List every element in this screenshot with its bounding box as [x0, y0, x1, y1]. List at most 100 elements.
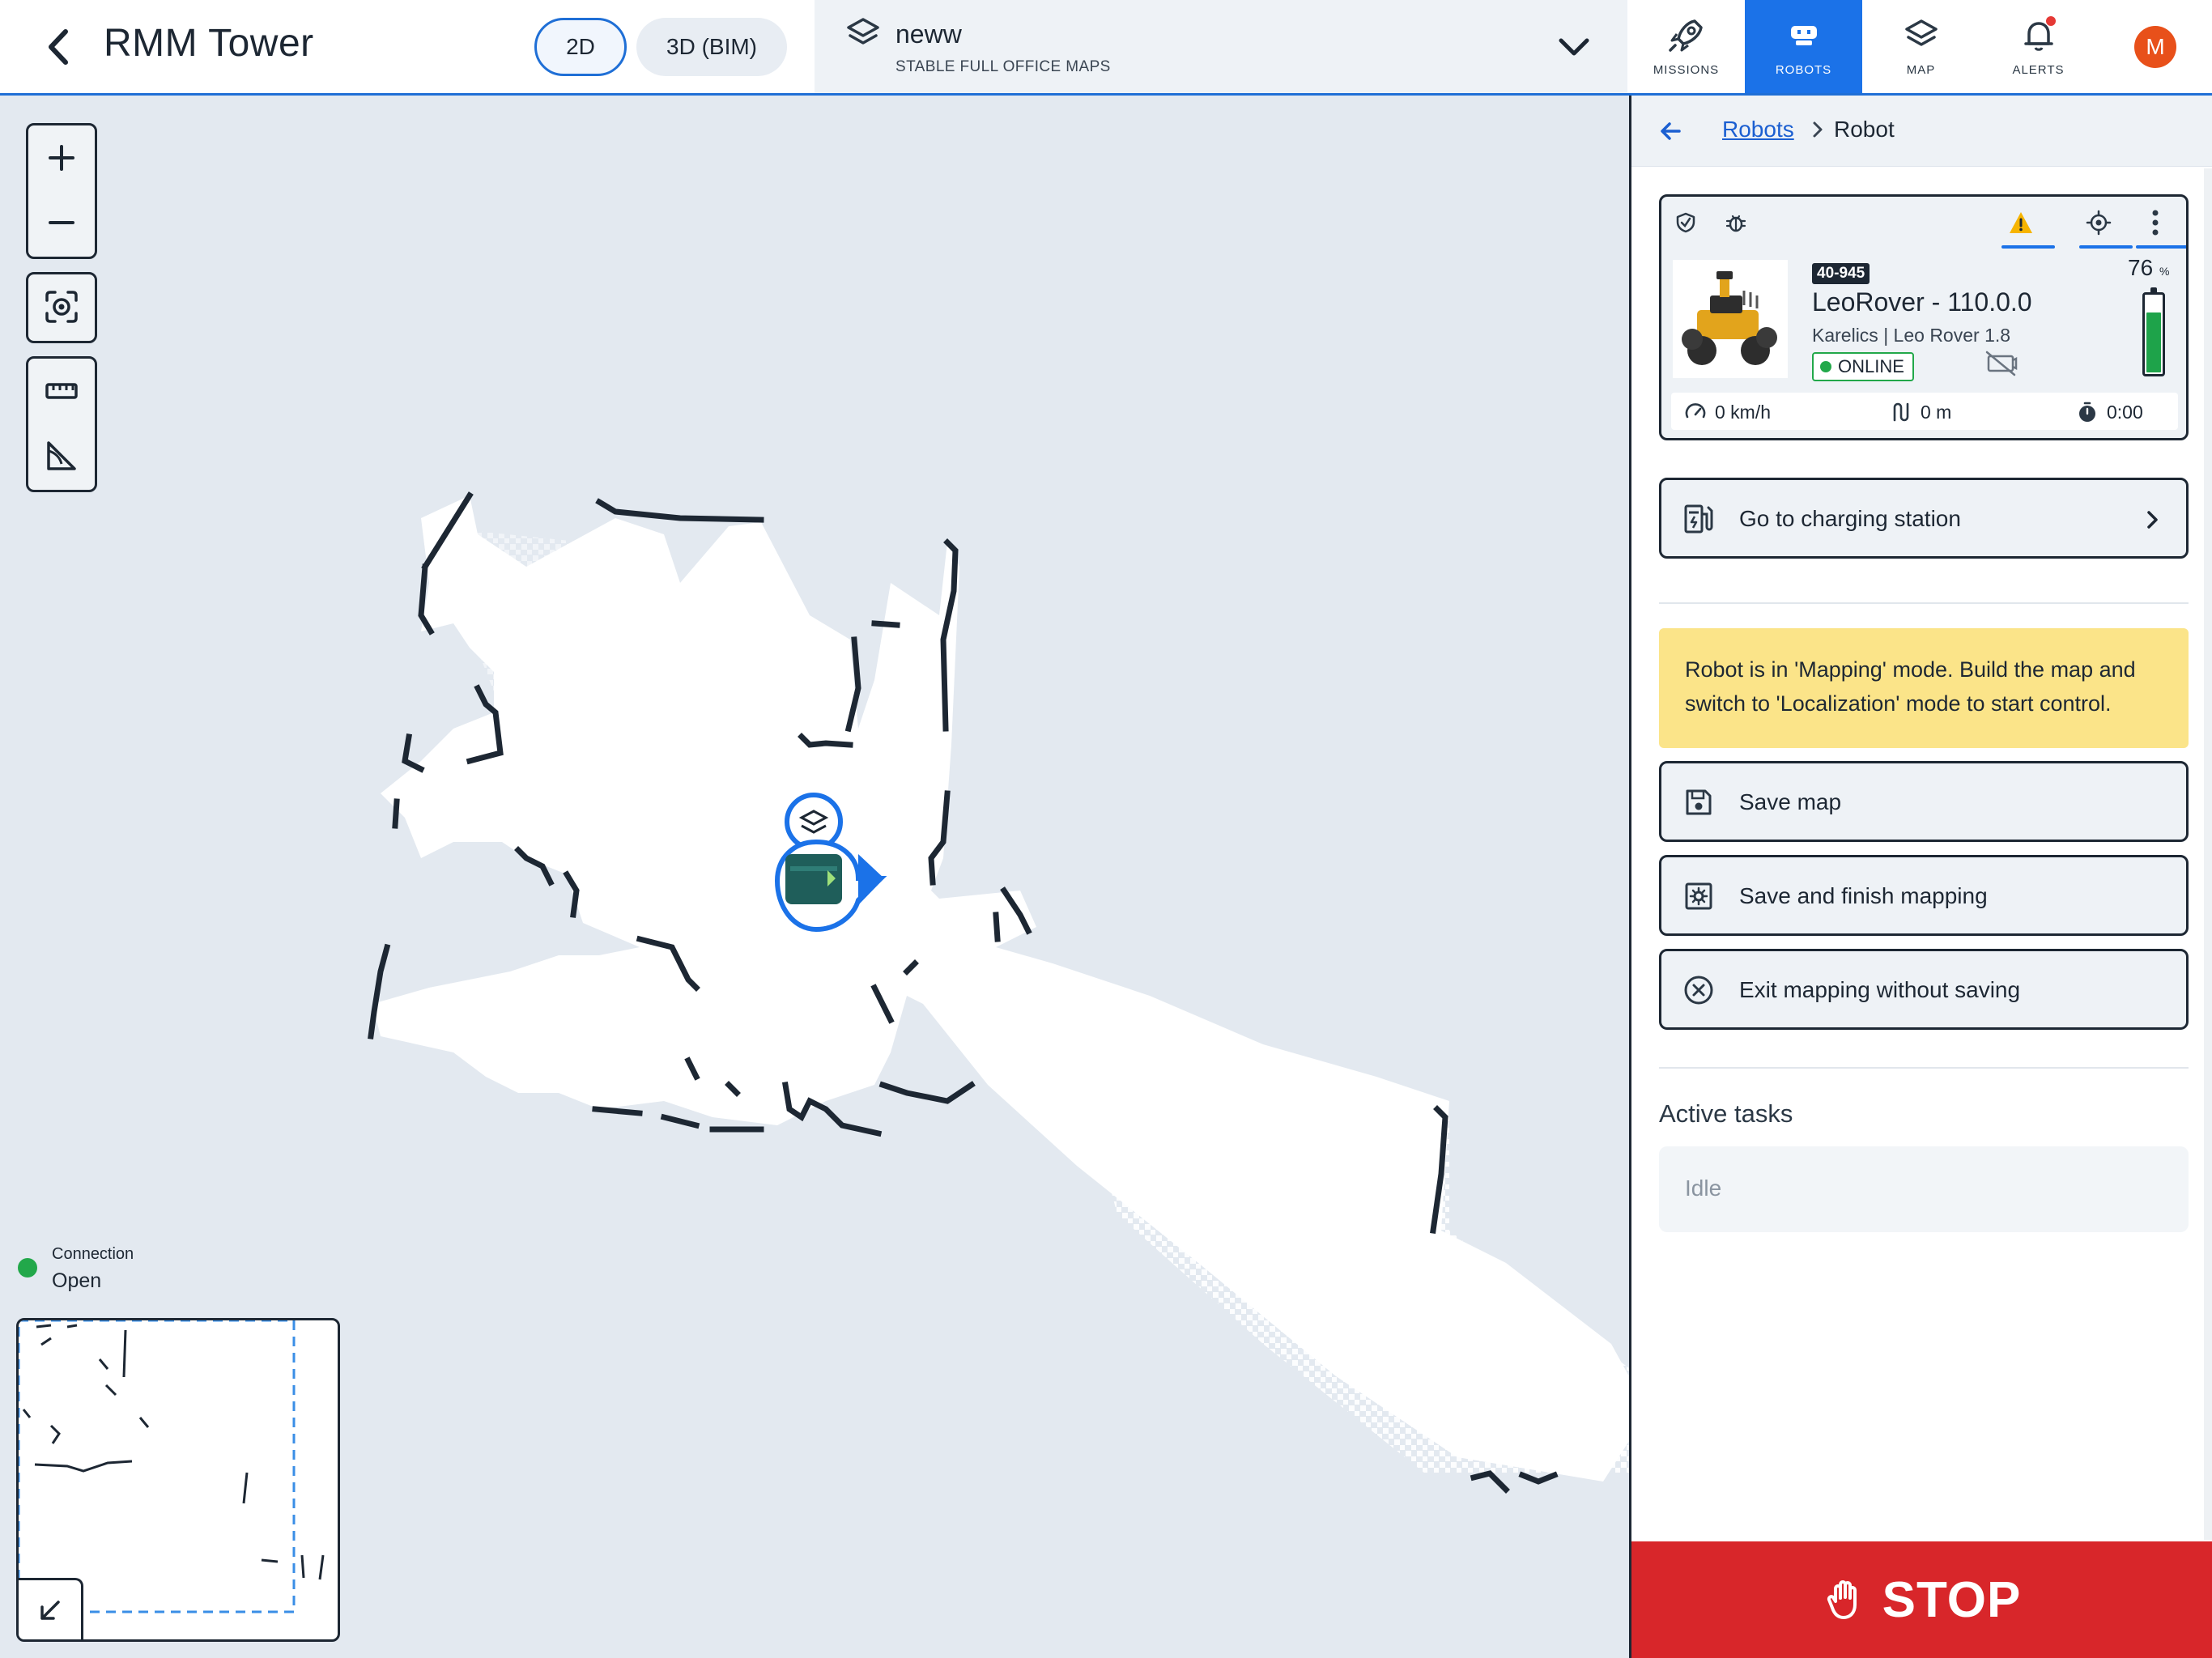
- more-tab-underline: [2136, 245, 2186, 249]
- panel-scrollbar[interactable]: [2204, 168, 2212, 1540]
- speedometer-icon: [1685, 403, 1706, 419]
- robot-icon: [1790, 26, 1817, 45]
- speed-stat: 0 km/h: [1684, 401, 1771, 423]
- map-canvas[interactable]: Connection Open: [0, 96, 1629, 1658]
- user-avatar[interactable]: M: [2134, 26, 2176, 68]
- connection-value: Open: [52, 1269, 102, 1292]
- robot-card: 40-945 LeoRover - 110.0.0 Karelics | Leo…: [1659, 194, 2189, 440]
- hand-stop-icon: [1827, 1580, 1857, 1619]
- close-circle-icon: [1682, 974, 1715, 1006]
- nav-alerts[interactable]: ALERTS: [1980, 0, 2097, 93]
- status-badge: ONLINE: [1812, 352, 1914, 381]
- active-tasks-list: Idle: [1659, 1146, 2189, 1232]
- nav-map[interactable]: MAP: [1862, 0, 1980, 93]
- nav-robots[interactable]: ROBOTS: [1745, 0, 1862, 93]
- robot-card-toolbar: [1661, 197, 2186, 250]
- locate-robot-button[interactable]: [2084, 208, 2113, 237]
- map-name: neww: [895, 19, 962, 49]
- mapping-mode-warning: Robot is in 'Mapping' mode. Build the ma…: [1659, 628, 2189, 748]
- angle-measure-icon: [47, 441, 76, 470]
- zoom-in-icon: [49, 145, 74, 171]
- robot-detail-panel: Robots Robot 40-945 LeoRover - 110.0.0 K…: [1629, 96, 2212, 1658]
- robot-model: Karelics | Leo Rover 1.8: [1812, 325, 2011, 346]
- ev-charger-icon: [1682, 503, 1715, 535]
- angle-measure-button[interactable]: [28, 423, 95, 488]
- more-vertical-icon: [2152, 210, 2159, 236]
- robot-name: LeoRover - 110.0.0: [1812, 287, 2032, 317]
- status-badge-label: ONLINE: [1838, 356, 1904, 376]
- arrow-left-icon: [1661, 122, 1681, 140]
- rover-illustration: [1673, 260, 1788, 378]
- back-button[interactable]: [36, 23, 81, 71]
- shield-check-button[interactable]: [1671, 208, 1700, 237]
- exit-mapping-button[interactable]: Exit mapping without saving: [1659, 949, 2189, 1030]
- battery-percent-unit: %: [2159, 265, 2170, 278]
- ruler-icon: [45, 383, 78, 399]
- panel-back-button[interactable]: [1653, 113, 1688, 149]
- debug-button[interactable]: [1721, 208, 1750, 237]
- distance-value: 0 m: [1921, 401, 1952, 423]
- save-and-finish-mapping-button[interactable]: Save and finish mapping: [1659, 855, 2189, 936]
- save-map-label: Save map: [1739, 789, 1842, 814]
- panel-header: Robots Robot: [1631, 96, 2212, 167]
- nav-missions[interactable]: MISSIONS: [1627, 0, 1745, 93]
- view-2d-button[interactable]: 2D: [534, 18, 627, 76]
- warnings-button[interactable]: [2006, 208, 2035, 237]
- zoom-in-button[interactable]: [28, 125, 95, 190]
- top-bar: RMM Tower 2D 3D (BIM) neww STABLE FULL O…: [0, 0, 2212, 96]
- active-tasks-empty-state: Idle: [1685, 1175, 1722, 1201]
- focus-robot-icon: [45, 291, 78, 323]
- go-to-charging-button[interactable]: Go to charging station: [1659, 478, 2189, 559]
- zoom-out-button[interactable]: [28, 190, 95, 255]
- layers-icon: [847, 18, 879, 45]
- stopwatch-icon: [2079, 402, 2095, 422]
- nav-robots-label: ROBOTS: [1775, 63, 1832, 77]
- nav-missions-label: MISSIONS: [1653, 63, 1720, 77]
- rocket-icon: [1668, 19, 1703, 52]
- main-nav: MISSIONS ROBOTS MAP ALERTS: [1627, 0, 2097, 93]
- focus-robot-button[interactable]: [28, 274, 95, 339]
- go-to-charging-label: Go to charging station: [1739, 506, 1961, 531]
- battery-percent-value: 76: [2128, 255, 2154, 280]
- page-title: RMM Tower: [104, 22, 314, 65]
- map-subtitle: STABLE FULL OFFICE MAPS: [895, 58, 1111, 75]
- distance-stat: 0 m: [1890, 401, 1951, 423]
- route-icon: [1893, 402, 1909, 422]
- emergency-stop-button[interactable]: STOP: [1631, 1541, 2212, 1658]
- warnings-tab-underline: [2001, 245, 2055, 249]
- minimap[interactable]: [16, 1318, 340, 1642]
- chevron-down-icon: [1559, 38, 1589, 56]
- breadcrumb-robots-link[interactable]: Robots: [1722, 117, 1794, 142]
- view-3d-bim-button[interactable]: 3D (BIM): [636, 18, 787, 76]
- warning-icon: [2010, 212, 2032, 233]
- duration-value: 0:00: [2107, 401, 2143, 423]
- speed-value: 0 km/h: [1715, 401, 1772, 423]
- battery-gauge: [2142, 287, 2165, 376]
- robot-id-badge: 40-945: [1812, 263, 1870, 284]
- more-options-button[interactable]: [2141, 208, 2170, 237]
- battery-percent: 76 %: [2128, 255, 2169, 281]
- alert-indicator-dot: [2046, 16, 2056, 26]
- divider: [1659, 1067, 2189, 1069]
- explored-fringe: [1053, 971, 1629, 1473]
- connection-label: Connection: [52, 1245, 134, 1263]
- save-map-button[interactable]: Save map: [1659, 761, 2189, 842]
- breadcrumb-current: Robot: [1834, 117, 1895, 142]
- minimap-collapse-button[interactable]: [19, 1578, 83, 1639]
- zoom-out-icon: [49, 221, 74, 224]
- camera-off-icon: [1985, 351, 2018, 376]
- locate-tab-underline: [2079, 245, 2133, 249]
- battery-fill: [2146, 312, 2161, 372]
- divider: [1659, 602, 2189, 604]
- view-mode-toggle: 2D 3D (BIM): [534, 18, 787, 76]
- settings-box-icon: [1682, 880, 1715, 912]
- robot-image: [1673, 260, 1788, 378]
- map-selector[interactable]: neww STABLE FULL OFFICE MAPS: [815, 0, 1627, 93]
- connection-indicator-dot: [18, 1258, 37, 1278]
- arrow-down-left-icon: [40, 1600, 60, 1620]
- nav-alerts-label: ALERTS: [2012, 63, 2065, 77]
- online-dot: [1820, 361, 1831, 372]
- save-icon: [1682, 786, 1715, 818]
- ruler-button[interactable]: [28, 359, 95, 423]
- chevron-left-icon: [49, 29, 68, 65]
